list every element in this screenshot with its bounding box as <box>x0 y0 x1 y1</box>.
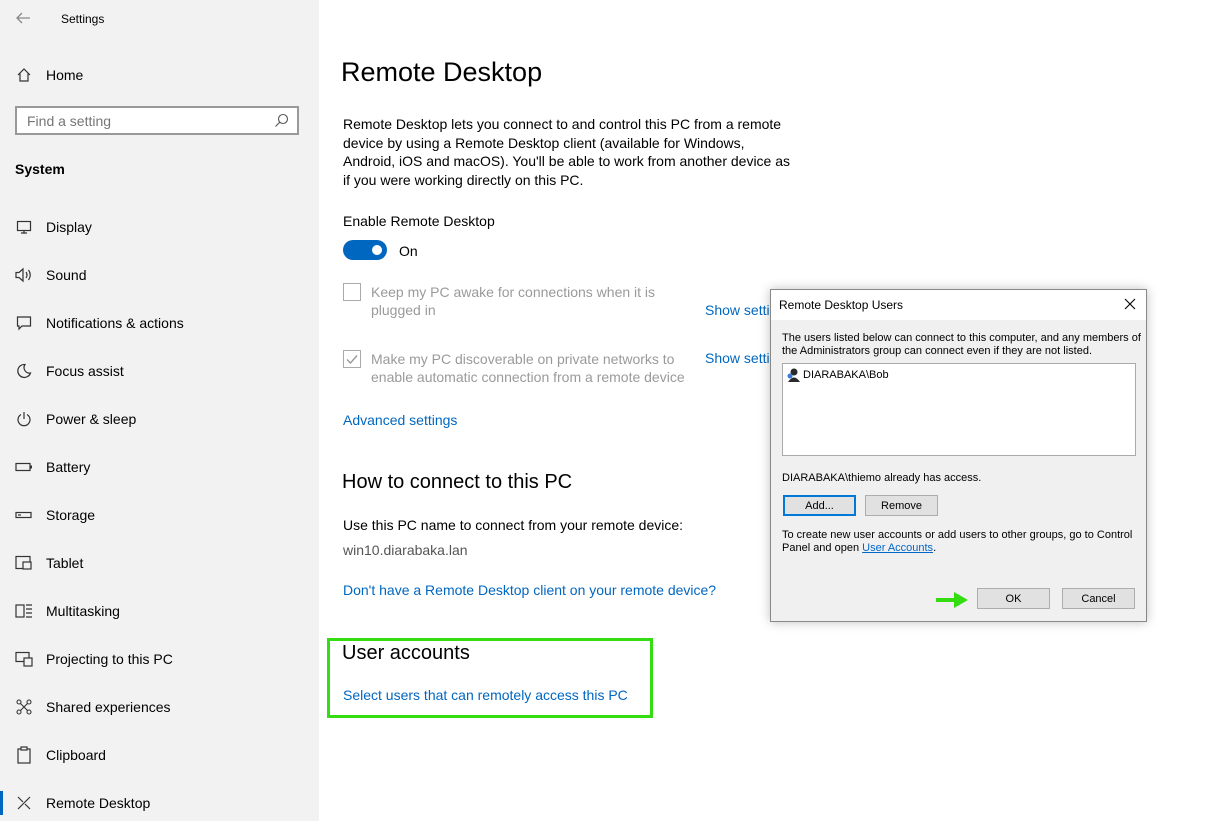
sidebar-item-shared-experiences[interactable]: Shared experiences <box>0 685 319 729</box>
enable-remote-desktop-toggle[interactable] <box>343 240 387 260</box>
monitor-icon <box>15 218 33 236</box>
tablet-icon <box>15 554 33 572</box>
discoverable-label: Make my PC discoverable on private netwo… <box>371 351 685 385</box>
sidebar-item-label: Storage <box>46 507 96 523</box>
add-button[interactable]: Add... <box>783 495 856 516</box>
sidebar-item-clipboard[interactable]: Clipboard <box>0 733 319 777</box>
shared-icon <box>15 698 33 716</box>
sidebar-item-tablet[interactable]: Tablet <box>0 541 319 585</box>
clipboard-icon <box>15 746 33 764</box>
sidebar-item-battery[interactable]: Battery <box>0 445 319 489</box>
moon-icon <box>15 362 33 380</box>
sidebar-item-label: Clipboard <box>46 747 106 763</box>
keep-awake-show-settings-link[interactable]: Show setti <box>705 302 770 318</box>
dialog-help-text: To create new user accounts or add users… <box>782 529 1138 555</box>
sidebar-item-label: Multitasking <box>46 603 120 619</box>
cancel-button[interactable]: Cancel <box>1062 588 1135 609</box>
user-icon <box>787 368 800 382</box>
client-download-link[interactable]: Don't have a Remote Desktop client on yo… <box>343 582 716 598</box>
active-indicator <box>0 791 3 815</box>
sidebar-item-label: Focus assist <box>46 363 124 379</box>
sidebar-item-multitasking[interactable]: Multitasking <box>0 589 319 633</box>
projecting-icon <box>15 650 33 668</box>
dialog-info-text: The users listed below can connect to th… <box>782 332 1141 357</box>
help-text: To create new user accounts or add users… <box>782 529 1133 554</box>
advanced-settings-link[interactable]: Advanced settings <box>343 412 457 428</box>
sidebar-item-display[interactable]: Display <box>0 205 319 249</box>
dialog-titlebar[interactable]: Remote Desktop Users <box>771 290 1146 320</box>
battery-icon <box>15 458 33 476</box>
sidebar-item-label: Home <box>46 67 84 83</box>
pc-name-label: Use this PC name to connect from your re… <box>343 517 684 533</box>
users-listbox[interactable]: DIARABAKA\Bob <box>782 363 1136 456</box>
power-icon <box>15 410 33 428</box>
multitasking-icon <box>15 602 33 620</box>
sidebar-item-storage[interactable]: Storage <box>0 493 319 537</box>
sidebar-item-label: Display <box>46 219 92 235</box>
page-title: Remote Desktop <box>341 57 543 87</box>
sidebar-item-label: Battery <box>46 459 91 475</box>
connect-heading: How to connect to this PC <box>342 471 573 493</box>
storage-icon <box>15 506 33 524</box>
sidebar-item-label: Projecting to this PC <box>46 651 173 667</box>
sidebar-item-label: Tablet <box>46 555 84 571</box>
page-description: Remote Desktop lets you connect to and c… <box>343 116 791 188</box>
section-label: System <box>15 161 65 177</box>
notification-icon <box>15 314 33 332</box>
sidebar-item-label: Remote Desktop <box>46 795 151 811</box>
access-note: DIARABAKA\thiemo already has access. <box>782 472 982 484</box>
sidebar-item-label: Sound <box>46 267 87 283</box>
user-accounts-link[interactable]: User Accounts <box>862 542 933 554</box>
close-icon[interactable] <box>1122 296 1138 312</box>
keep-awake-checkbox[interactable] <box>343 283 361 301</box>
keep-awake-label: Keep my PC awake for connections when it… <box>371 284 656 318</box>
help-suffix: . <box>933 542 937 554</box>
search-icon[interactable] <box>274 113 289 128</box>
discoverable-show-settings-link[interactable]: Show setti <box>705 350 770 366</box>
search-box[interactable] <box>15 106 299 135</box>
discoverable-checkbox[interactable] <box>343 350 361 368</box>
sidebar-item-remote-desktop[interactable]: Remote Desktop <box>0 781 319 825</box>
sidebar-item-label: Notifications & actions <box>46 315 184 331</box>
user-name: DIARABAKA\Bob <box>803 369 889 381</box>
enable-remote-desktop-label: Enable Remote Desktop <box>343 213 495 229</box>
checkmark-icon <box>346 355 358 365</box>
sidebar-item-notifications[interactable]: Notifications & actions <box>0 301 319 345</box>
ok-button[interactable]: OK <box>977 588 1050 609</box>
sidebar-item-sound[interactable]: Sound <box>0 253 319 297</box>
sidebar-item-power-sleep[interactable]: Power & sleep <box>0 397 319 441</box>
sidebar-item-label: Shared experiences <box>46 699 171 715</box>
speaker-icon <box>15 266 33 284</box>
arrow-right-icon <box>936 592 968 608</box>
app-title: Settings <box>61 12 105 26</box>
sidebar: Settings Home System Display Sound Notif… <box>0 0 319 821</box>
search-input[interactable] <box>27 113 267 129</box>
list-item[interactable]: DIARABAKA\Bob <box>785 367 889 383</box>
home-icon <box>15 66 33 84</box>
sidebar-item-home[interactable]: Home <box>0 53 319 97</box>
dialog-title: Remote Desktop Users <box>779 298 904 312</box>
toggle-state-label: On <box>399 243 418 259</box>
back-arrow-icon[interactable] <box>14 9 32 27</box>
sidebar-item-label: Power & sleep <box>46 411 137 427</box>
remove-button[interactable]: Remove <box>865 495 938 516</box>
sidebar-item-projecting[interactable]: Projecting to this PC <box>0 637 319 681</box>
pc-name-value: win10.diarabaka.lan <box>343 542 468 558</box>
toggle-knob <box>372 245 382 255</box>
sidebar-item-focus-assist[interactable]: Focus assist <box>0 349 319 393</box>
remote-desktop-users-dialog: Remote Desktop Users The users listed be… <box>770 289 1147 622</box>
remote-desktop-icon <box>15 794 33 812</box>
highlight-box <box>327 638 653 718</box>
